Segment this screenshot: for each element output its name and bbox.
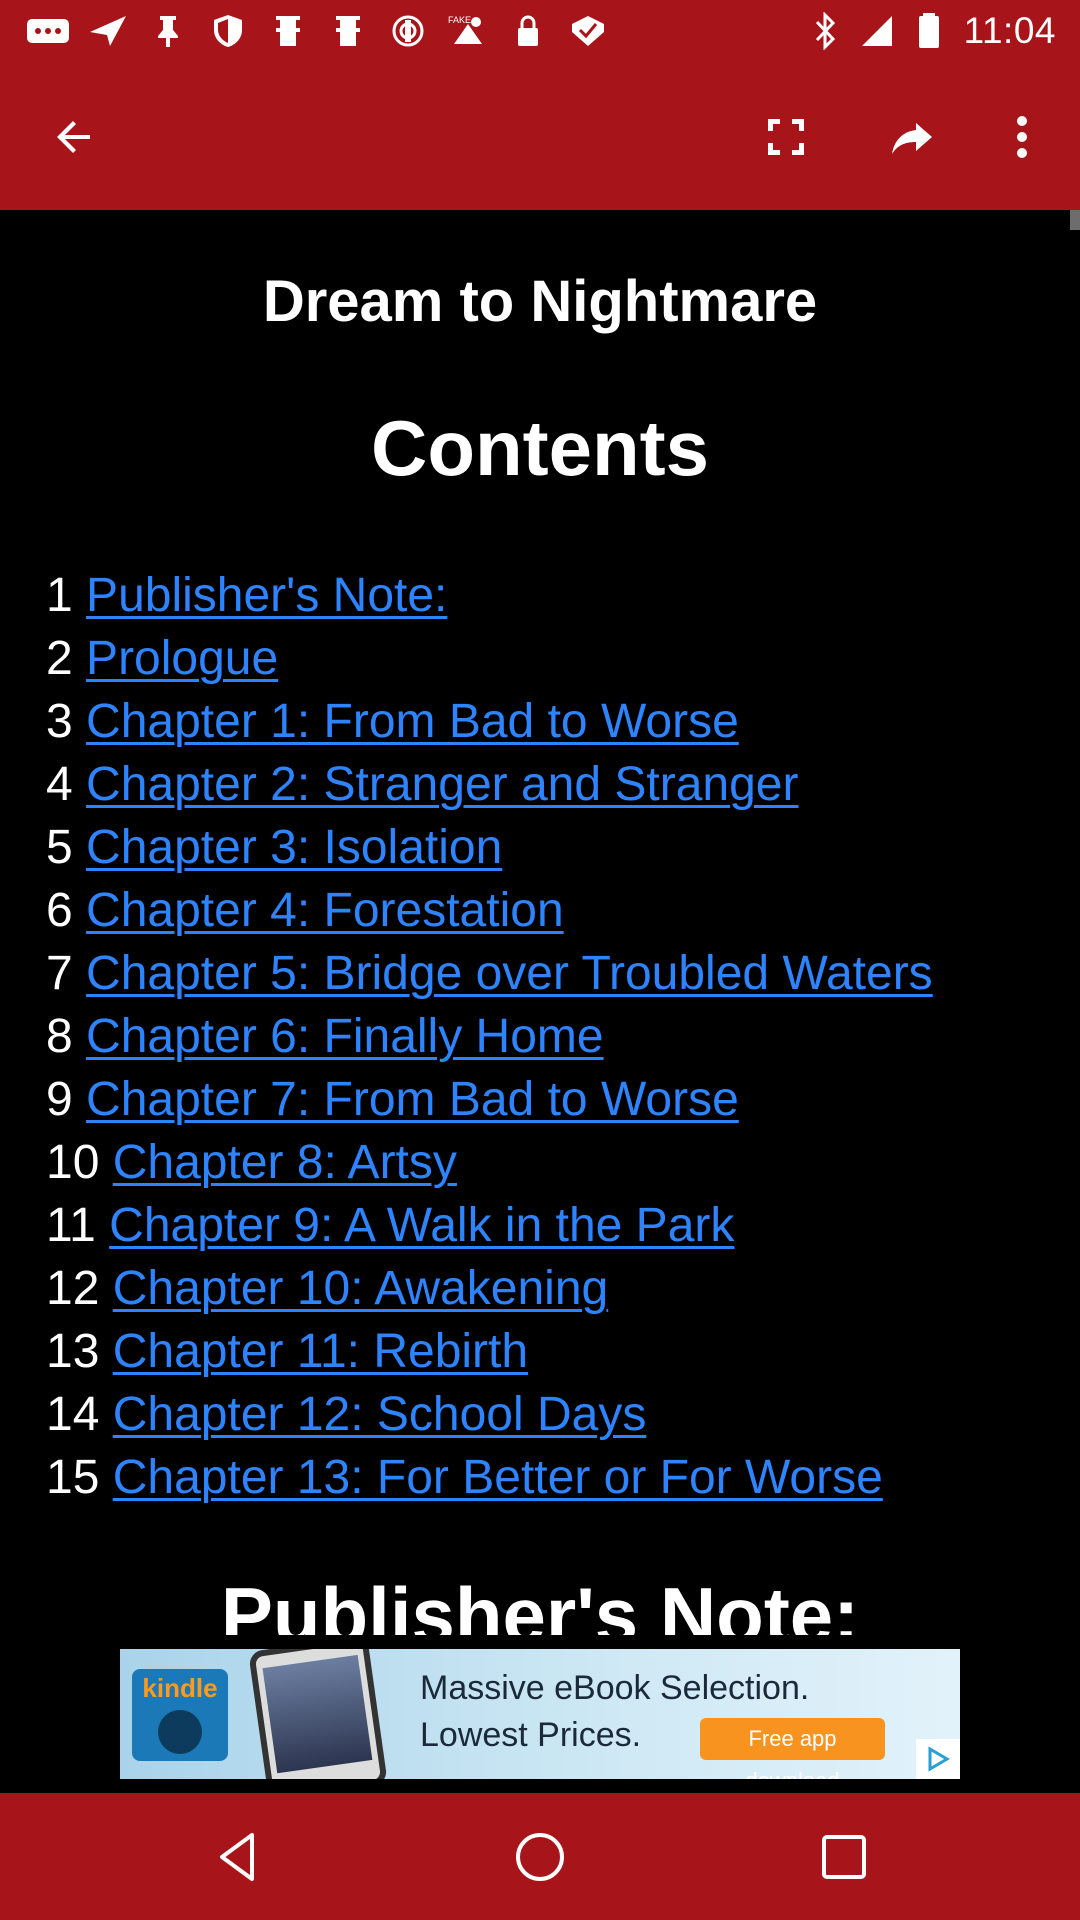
toc-item: 15 Chapter 13: For Better or For Worse [46, 1446, 933, 1509]
navigation-icon [90, 16, 126, 46]
share-button[interactable] [880, 105, 944, 169]
nav-back-icon [220, 1833, 254, 1881]
toc-link[interactable]: Chapter 10: Awakening [113, 1262, 608, 1315]
toc-item: 3 Chapter 1: From Bad to Worse [46, 690, 933, 753]
fake-gps-icon: FAKE [448, 15, 482, 44]
nav-back-button[interactable] [202, 1821, 274, 1893]
toc-item: 14 Chapter 12: School Days [46, 1383, 933, 1446]
pin-icon [158, 16, 178, 47]
toc-item: 5 Chapter 3: Isolation [46, 816, 933, 879]
system-status: 11:04 [808, 10, 1056, 52]
ad-choices-icon [928, 1746, 950, 1772]
toc-number: 15 [46, 1451, 100, 1504]
toc-number: 14 [46, 1388, 100, 1441]
toc-item: 11 Chapter 9: A Walk in the Park [46, 1194, 933, 1257]
toc-link[interactable]: Chapter 12: School Days [113, 1388, 647, 1441]
svg-text:FAKE: FAKE [448, 15, 471, 25]
reader-content[interactable]: Dream to Nightmare Contents 1 Publisher'… [0, 210, 1080, 1635]
toc-number: 3 [46, 695, 73, 748]
toc-link[interactable]: Chapter 2: Stranger and Stranger [86, 758, 798, 811]
toc-item: 10 Chapter 8: Artsy [46, 1131, 933, 1194]
toc-number: 8 [46, 1010, 73, 1063]
clock: 11:04 [963, 10, 1056, 51]
ad-banner[interactable]: kindle Massive eBook Selection. Lowest P… [120, 1649, 960, 1779]
toc-item: 1 Publisher's Note: [46, 564, 933, 627]
toc-item: 8 Chapter 6: Finally Home [46, 1005, 933, 1068]
tracking-icon [392, 15, 424, 47]
toc-number: 6 [46, 884, 73, 937]
toc-item: 13 Chapter 11: Rebirth [46, 1320, 933, 1383]
ad-download-button[interactable]: Free app download [700, 1718, 885, 1779]
toc-link[interactable]: Chapter 11: Rebirth [113, 1325, 528, 1378]
phone-image [248, 1649, 388, 1779]
toc-link[interactable]: Chapter 1: From Bad to Worse [86, 695, 739, 748]
toc-number: 13 [46, 1325, 100, 1378]
bookmark-icon [276, 16, 300, 46]
toc-link[interactable]: Chapter 3: Isolation [86, 821, 502, 874]
toc-link[interactable]: Chapter 5: Bridge over Troubled Waters [86, 947, 933, 1000]
toc-item: 7 Chapter 5: Bridge over Troubled Waters [46, 942, 933, 1005]
toc-item: 9 Chapter 7: From Bad to Worse [46, 1068, 933, 1131]
table-of-contents: 1 Publisher's Note: 2 Prologue 3 Chapter… [46, 564, 933, 1509]
ad-subline: Lowest Prices. [420, 1716, 642, 1754]
contents-heading: Contents [371, 404, 709, 492]
nav-recents-button[interactable] [808, 1821, 880, 1893]
toc-link[interactable]: Publisher's Note: [86, 569, 447, 622]
checkbox-icon [572, 16, 604, 46]
bookmark-icon [336, 16, 360, 46]
toc-number: 11 [46, 1199, 96, 1252]
more-vert-icon [1017, 116, 1027, 158]
back-arrow-icon [57, 121, 90, 153]
toc-link[interactable]: Chapter 8: Artsy [113, 1136, 457, 1189]
toc-link[interactable]: Chapter 9: A Walk in the Park [109, 1199, 734, 1252]
toc-item: 4 Chapter 2: Stranger and Stranger [46, 753, 933, 816]
ad-headline: Massive eBook Selection. [420, 1669, 810, 1707]
toc-link[interactable]: Chapter 7: From Bad to Worse [86, 1073, 739, 1126]
battery-icon [918, 13, 939, 48]
toc-number: 7 [46, 947, 73, 1000]
toc-link[interactable]: Prologue [86, 632, 278, 685]
system-nav-bar [0, 1793, 1080, 1920]
notification-icons: FAKE [26, 14, 610, 48]
fullscreen-button[interactable] [754, 105, 818, 169]
toc-link[interactable]: Chapter 6: Finally Home [86, 1010, 604, 1063]
kindle-logo: kindle [132, 1669, 228, 1761]
bluetooth-icon [815, 12, 835, 50]
toc-link[interactable]: Chapter 13: For Better or For Worse [113, 1451, 883, 1504]
book-title: Dream to Nightmare [262, 269, 818, 334]
toc-number: 5 [46, 821, 73, 874]
nav-home-icon [516, 1833, 564, 1881]
reader-icon [158, 1710, 202, 1754]
more-notifications-icon [27, 19, 69, 43]
section-heading: Publisher's Note: [220, 1571, 860, 1635]
shield-icon [214, 15, 242, 47]
status-bar: FAKE 11:04 [0, 0, 1080, 63]
ad-choices-button[interactable] [916, 1739, 960, 1779]
toc-number: 4 [46, 758, 73, 811]
lock-icon [518, 15, 538, 46]
nav-home-button[interactable] [504, 1821, 576, 1893]
toc-number: 9 [46, 1073, 73, 1126]
toc-number: 2 [46, 632, 73, 685]
toc-number: 10 [46, 1136, 100, 1189]
nav-recents-icon [822, 1835, 866, 1879]
app-bar [0, 63, 1080, 210]
toc-item: 12 Chapter 10: Awakening [46, 1257, 933, 1320]
toc-link[interactable]: Chapter 4: Forestation [86, 884, 564, 937]
toc-item: 2 Prologue [46, 627, 933, 690]
signal-icon [861, 16, 892, 46]
toc-number: 12 [46, 1262, 100, 1315]
toc-number: 1 [46, 569, 73, 622]
share-forward-icon [892, 123, 932, 154]
overflow-menu-button[interactable] [990, 105, 1054, 169]
kindle-brand-text: kindle [142, 1673, 218, 1703]
fullscreen-icon [768, 119, 804, 155]
back-button[interactable] [42, 105, 106, 169]
toc-item: 6 Chapter 4: Forestation [46, 879, 933, 942]
scrollbar[interactable] [1070, 210, 1080, 230]
